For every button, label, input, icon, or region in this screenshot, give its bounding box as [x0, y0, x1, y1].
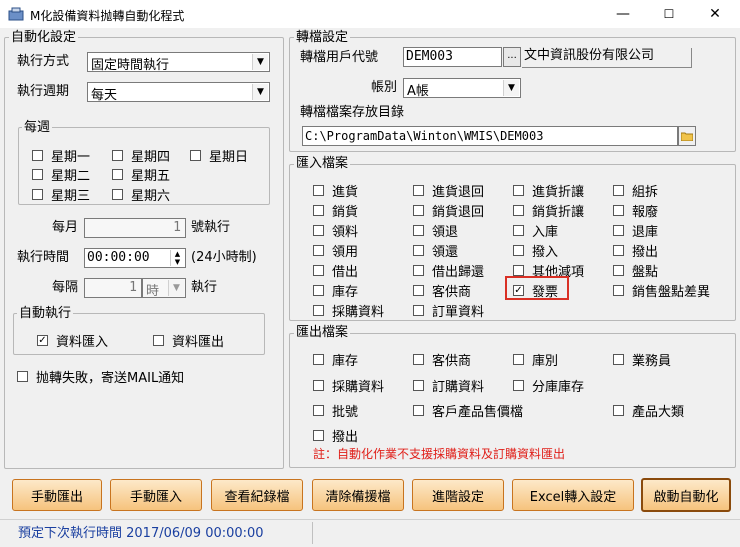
- auto-exec-label: 自動執行: [17, 306, 74, 321]
- import-item-checkbox[interactable]: 進貨折讓: [513, 181, 584, 200]
- maximize-button[interactable]: ☐: [646, 0, 692, 28]
- weekday-checkbox[interactable]: 星期日: [190, 146, 248, 165]
- book-label: 帳別: [371, 80, 398, 95]
- time-input[interactable]: 00:00:00 ▲ ▼: [84, 248, 186, 268]
- period-value: 每天: [91, 88, 118, 103]
- next-run-status: 預定下次執行時間 2017/06/09 00:00:00: [18, 526, 264, 541]
- weekday-checkbox[interactable]: 星期六: [112, 185, 170, 204]
- time-suffix: (24小時制): [191, 250, 257, 265]
- import-item-checkbox[interactable]: 領退: [413, 221, 458, 240]
- export-files-label: 匯出檔案: [294, 325, 351, 340]
- path-label: 轉檔檔案存放目錄: [300, 105, 405, 120]
- method-value: 固定時間執行: [91, 58, 170, 73]
- app-icon: [8, 7, 24, 21]
- import-item-checkbox[interactable]: 入庫: [513, 221, 558, 240]
- title-bar: M化設備資料抛轉自動化程式 — ☐ ✕: [0, 0, 740, 28]
- export-item-checkbox[interactable]: 業務員: [613, 350, 671, 369]
- method-select[interactable]: 固定時間執行 ▼: [87, 52, 270, 73]
- import-item-checkbox[interactable]: 庫存: [313, 281, 358, 300]
- status-divider: [312, 522, 313, 544]
- path-input[interactable]: C:\ProgramData\Winton\WMIS\DEM003: [302, 126, 678, 146]
- import-item-checkbox[interactable]: 客供商: [413, 281, 471, 300]
- interval-label: 每隔: [52, 280, 79, 295]
- export-note: 註：自動化作業不支援採購資料及訂購資料匯出: [313, 447, 566, 461]
- import-item-checkbox[interactable]: 銷貨折讓: [513, 201, 584, 220]
- method-label: 執行方式: [17, 54, 70, 69]
- user-code-label: 轉檔用戶代號: [300, 50, 379, 65]
- view-log-button[interactable]: 查看紀錄檔: [211, 479, 303, 511]
- close-button[interactable]: ✕: [692, 0, 738, 28]
- import-checkbox[interactable]: ✓ 資料匯入: [37, 331, 108, 350]
- period-select[interactable]: 每天 ▼: [87, 82, 270, 103]
- monthly-label: 每月: [52, 220, 79, 235]
- company-name: 文中資訊股份有限公司: [522, 48, 692, 68]
- export-item-checkbox[interactable]: 分庫庫存: [513, 376, 584, 395]
- monthly-input[interactable]: 1: [84, 218, 186, 238]
- period-label: 執行週期: [17, 84, 70, 99]
- manual-import-button[interactable]: 手動匯入: [110, 479, 202, 511]
- chevron-down-icon[interactable]: ▼: [503, 80, 519, 96]
- window-title: M化設備資料抛轉自動化程式: [30, 9, 185, 23]
- clear-backup-button[interactable]: 清除備援檔: [312, 479, 404, 511]
- book-select[interactable]: A帳 ▼: [403, 78, 521, 99]
- import-item-checkbox[interactable]: 報廢: [613, 201, 658, 220]
- mail-notify-checkbox[interactable]: 抛轉失敗，寄送MAIL通知: [17, 367, 184, 386]
- export-item-checkbox[interactable]: 批號: [313, 401, 358, 420]
- interval-input[interactable]: 1: [84, 278, 142, 298]
- auto-settings-label: 自動化設定: [9, 30, 79, 45]
- export-item-checkbox[interactable]: 產品大類: [613, 401, 684, 420]
- weekday-checkbox[interactable]: 星期一: [32, 146, 90, 165]
- import-item-checkbox[interactable]: 銷貨: [313, 201, 358, 220]
- import-item-checkbox[interactable]: 銷貨退回: [413, 201, 484, 220]
- monthly-suffix: 號執行: [191, 220, 231, 235]
- import-files-label: 匯入檔案: [294, 156, 351, 171]
- spin-icon[interactable]: ▲ ▼: [170, 250, 184, 266]
- user-code-input[interactable]: DEM003: [403, 47, 502, 67]
- import-item-checkbox[interactable]: 訂單資料: [413, 301, 484, 320]
- interval-unit-select[interactable]: 時 ▼: [142, 278, 186, 299]
- import-item-checkbox[interactable]: 銷售盤點差異: [613, 281, 710, 300]
- interval-suffix: 執行: [191, 280, 218, 295]
- weekday-checkbox[interactable]: 星期二: [32, 165, 90, 184]
- chevron-down-icon[interactable]: ▼: [252, 54, 268, 70]
- import-item-checkbox[interactable]: 領用: [313, 241, 358, 260]
- import-item-checkbox[interactable]: 採購資料: [313, 301, 384, 320]
- time-label: 執行時間: [17, 250, 70, 265]
- weekday-checkbox[interactable]: 星期四: [112, 146, 170, 165]
- chevron-down-icon[interactable]: ▼: [168, 280, 184, 296]
- import-item-checkbox[interactable]: 進貨退回: [413, 181, 484, 200]
- advanced-settings-button[interactable]: 進階設定: [412, 479, 504, 511]
- transfer-settings-label: 轉檔設定: [294, 30, 351, 45]
- chevron-down-icon[interactable]: ▼: [252, 84, 268, 100]
- import-item-checkbox[interactable]: 退庫: [613, 221, 658, 240]
- import-item-checkbox[interactable]: 借出歸還: [413, 261, 484, 280]
- export-checkbox[interactable]: 資料匯出: [153, 331, 224, 350]
- export-item-checkbox[interactable]: 庫存: [313, 350, 358, 369]
- import-item-checkbox[interactable]: 撥出: [613, 241, 658, 260]
- manual-export-button[interactable]: 手動匯出: [12, 479, 102, 511]
- folder-icon[interactable]: [678, 126, 696, 146]
- start-automation-button[interactable]: 啟動自動化: [641, 478, 731, 512]
- import-item-checkbox[interactable]: 進貨: [313, 181, 358, 200]
- weekday-checkbox[interactable]: 星期五: [112, 165, 170, 184]
- export-item-checkbox[interactable]: 客供商: [413, 350, 471, 369]
- weekly-label: 每週: [22, 120, 53, 135]
- import-item-checkbox[interactable]: 領還: [413, 241, 458, 260]
- import-item-checkbox[interactable]: 盤點: [613, 261, 658, 280]
- browse-user-button[interactable]: ...: [503, 47, 521, 67]
- excel-import-settings-button[interactable]: Excel轉入設定: [512, 479, 634, 511]
- export-item-checkbox[interactable]: 庫別: [513, 350, 558, 369]
- import-item-checkbox[interactable]: 借出: [313, 261, 358, 280]
- minimize-button[interactable]: —: [600, 0, 646, 28]
- weekday-checkbox[interactable]: 星期三: [32, 185, 90, 204]
- import-item-checkbox[interactable]: 領料: [313, 221, 358, 240]
- export-item-checkbox[interactable]: 客戶產品售價檔: [413, 401, 523, 420]
- export-item-checkbox[interactable]: 撥出: [313, 426, 358, 445]
- status-bar: 預定下次執行時間 2017/06/09 00:00:00: [0, 519, 740, 547]
- export-item-checkbox[interactable]: 訂購資料: [413, 376, 484, 395]
- invoice-checkbox[interactable]: ✓ 發票: [513, 281, 558, 300]
- import-item-checkbox[interactable]: 撥入: [513, 241, 558, 260]
- export-item-checkbox[interactable]: 採購資料: [313, 376, 384, 395]
- import-item-checkbox[interactable]: 組拆: [613, 181, 658, 200]
